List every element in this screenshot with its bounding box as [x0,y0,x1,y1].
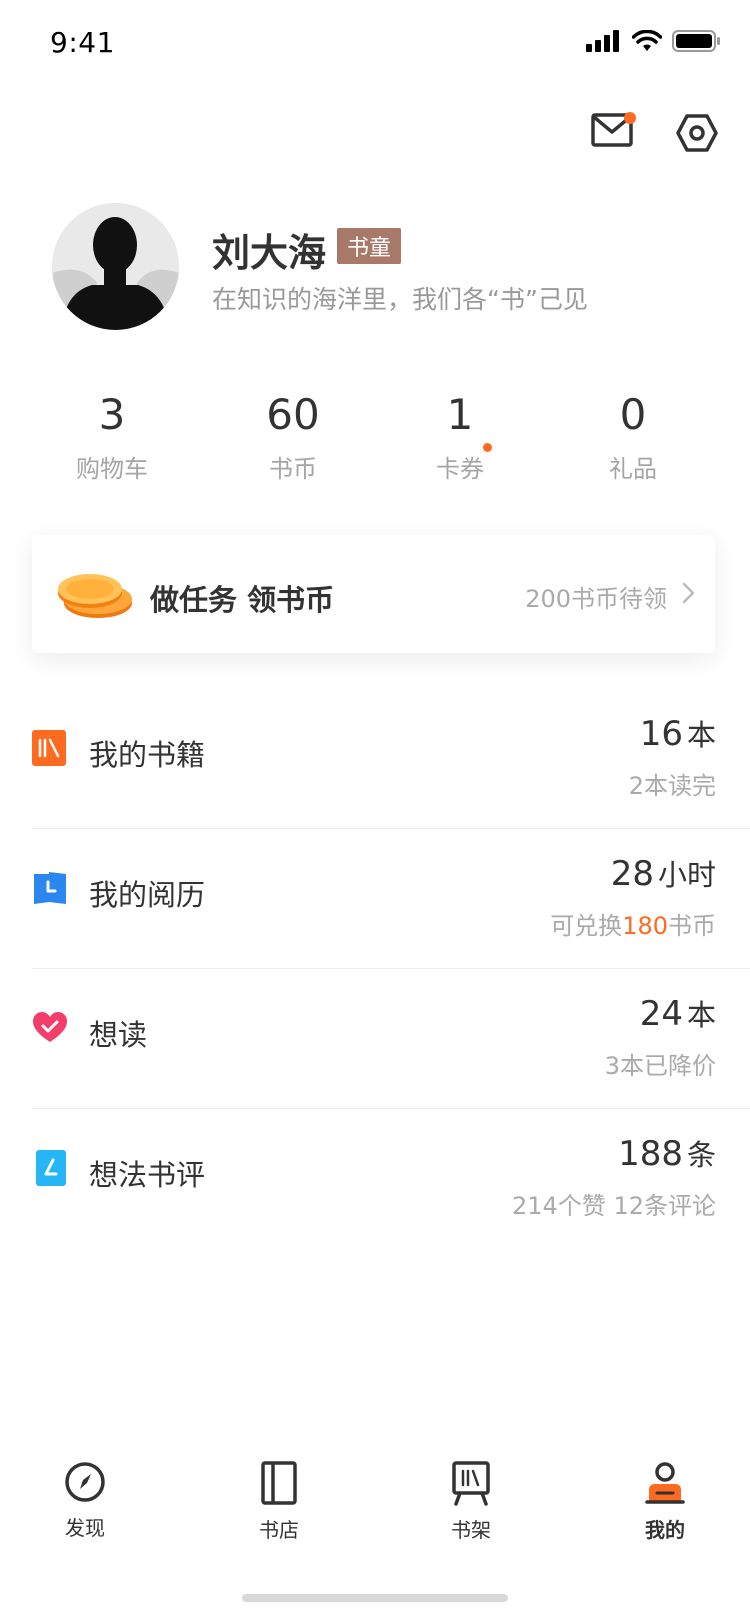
list-item-subtitle: 3本已降价 [604,1052,716,1080]
value-number: 28 [610,854,654,894]
status-icons [586,30,720,52]
list-item-want-to-read[interactable]: 想读 24 本 3本已降价 [32,968,750,1109]
user-slogan: 在知识的海洋里，我们各“书”己见 [212,285,588,314]
list-item-title: 想法书评 [89,1158,206,1192]
stat-coupons[interactable]: 1 卡券 [380,390,540,484]
bookshelf-icon [452,1461,490,1506]
value-number: 188 [618,1134,683,1174]
stat-gifts[interactable]: 0 礼品 [553,390,713,484]
tab-label: 书架 [451,1518,491,1542]
tab-mine[interactable]: 我的 [605,1460,725,1543]
books-icon [32,730,66,766]
note-icon [36,1150,66,1186]
battery-icon [672,30,720,52]
status-time: 9:41 [50,26,115,59]
list-item-value: 28 小时 [611,852,716,894]
stat-label: 卡券 [436,455,484,483]
stat-value: 0 [619,390,647,439]
stat-value: 60 [266,390,320,439]
user-name: 刘大海 [212,230,327,275]
tab-label: 发现 [65,1516,105,1540]
list-item-subtitle: 可兑换180书币 [550,906,716,941]
list-item-value: 16 本 [640,712,716,754]
heart-icon [33,1012,67,1042]
value-unit: 条 [686,1138,716,1172]
value-unit: 本 [686,718,716,752]
stat-value: 1 [446,390,474,439]
home-indicator [242,1594,508,1602]
stat-label: 礼品 [609,455,657,483]
avatar[interactable] [52,203,179,330]
settings-icon[interactable] [676,112,718,154]
list-item-subtitle: 214个赞 12条评论 [512,1192,716,1220]
list-item-title: 想读 [89,1018,148,1052]
sub-suffix: 书币 [668,912,716,940]
tab-label: 我的 [645,1518,685,1542]
tab-label: 书店 [259,1518,299,1542]
profile-icon [645,1462,685,1504]
tab-bookshelf[interactable]: 书架 [411,1460,531,1543]
tab-bookstore[interactable]: 书店 [219,1460,339,1543]
value-unit: 本 [686,998,716,1032]
stat-label: 书币 [269,455,317,483]
coins-icon [58,574,132,618]
signal-icon [586,30,619,52]
list-item-my-books[interactable]: 我的书籍 16 本 2本读完 [32,688,750,829]
list-item-title: 我的阅历 [89,878,206,912]
stat-value: 3 [98,390,126,439]
stat-cart[interactable]: 3 购物车 [32,390,192,484]
value-number: 16 [639,714,683,754]
list-item-notes-reviews[interactable]: 想法书评 188 条 214个赞 12条评论 [32,1108,750,1248]
wifi-icon [632,30,662,51]
list-item-subtitle: 2本读完 [628,772,716,800]
book-icon [261,1461,297,1505]
user-level-badge: 书童 [337,228,402,264]
sub-prefix: 可兑换 [550,912,623,940]
compass-icon [65,1462,105,1502]
unread-dot [624,112,636,124]
list-item-value: 188 条 [618,1132,716,1174]
chevron-right-icon [682,582,695,604]
task-pending-coins: 200书币待领 [525,585,667,613]
list-item-reading-time[interactable]: 我的阅历 28 小时 可兑换180书币 [32,828,750,969]
avatar-image [52,203,179,330]
tab-discover[interactable]: 发现 [25,1460,145,1541]
value-number: 24 [639,994,683,1034]
list-item-title: 我的书籍 [89,738,206,772]
task-title: 做任务 领书币 [150,583,335,617]
stat-coins[interactable]: 60 书币 [213,390,373,484]
value-unit: 小时 [657,858,716,892]
list-item-value: 24 本 [640,992,716,1034]
stat-label: 购物车 [76,455,148,483]
exchangeable-coins: 180 [622,912,668,940]
clock-icon [34,872,66,904]
task-card[interactable]: 做任务 领书币 200书币待领 [32,535,715,653]
coupon-notify-dot [483,443,492,452]
